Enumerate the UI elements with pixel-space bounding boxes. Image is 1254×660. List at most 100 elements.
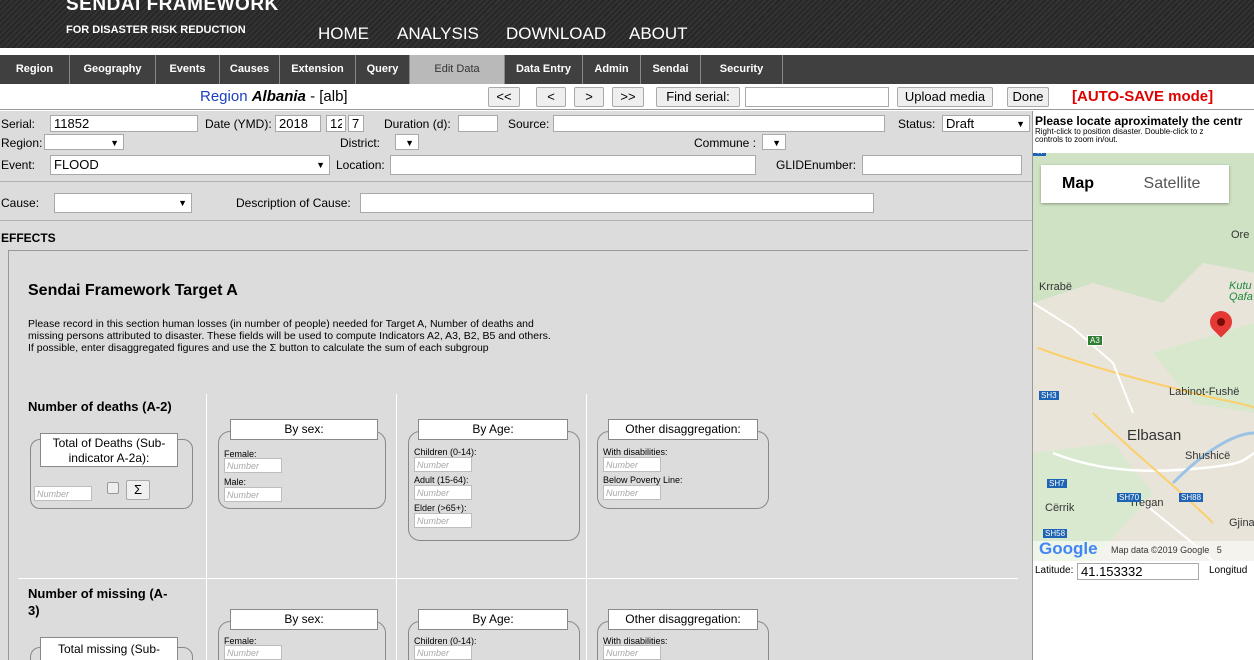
target-a-title: Sendai Framework Target A	[28, 282, 238, 299]
road-badge: SH88	[1179, 493, 1204, 502]
duration-input[interactable]	[458, 115, 498, 132]
map-type-control: Map Satellite	[1041, 165, 1229, 203]
road-badge: SH70	[1117, 493, 1142, 502]
date-label: Date (YMD):	[205, 117, 272, 131]
district-label: District:	[340, 136, 380, 150]
tab-data-entry[interactable]: Data Entry	[505, 55, 583, 84]
missing-female-input[interactable]	[224, 645, 282, 660]
brand-title[interactable]: SENDAI FRAMEWORK	[66, 0, 279, 16]
google-logo[interactable]: Google	[1039, 539, 1098, 559]
nav-download[interactable]: DOWNLOAD	[506, 24, 606, 44]
target-a-description: Please record in this section human loss…	[28, 318, 551, 354]
tab-causes[interactable]: Causes	[220, 55, 280, 84]
missing-other-title: Other disaggregation:	[608, 609, 758, 630]
cause-label: Cause:	[1, 196, 40, 210]
cause-description-label: Description of Cause:	[236, 196, 351, 210]
place-label: Gjina	[1229, 517, 1254, 529]
last-record-button[interactable]: >>	[612, 87, 644, 107]
autosave-indicator: [AUTO-SAVE mode]	[1072, 88, 1214, 105]
district-select[interactable]: ▼	[395, 134, 419, 150]
deaths-other-title: Other disaggregation:	[608, 419, 758, 440]
source-label: Source:	[508, 117, 550, 131]
serial-input[interactable]	[50, 115, 198, 132]
commune-select[interactable]: ▼	[762, 134, 786, 150]
map-panel: Please locate aproximately the centr Rig…	[1032, 111, 1254, 660]
tab-admin[interactable]: Admin	[583, 55, 641, 84]
longitude-label: Longitud	[1209, 565, 1248, 576]
date-day-input[interactable]	[348, 115, 364, 132]
deaths-adult-input[interactable]	[414, 485, 472, 500]
nav-about[interactable]: ABOUT	[629, 24, 688, 44]
date-year-input[interactable]	[275, 115, 321, 132]
event-label: Event:	[1, 158, 36, 172]
upload-media-button[interactable]: Upload media	[897, 87, 993, 107]
tab-sendai[interactable]: Sendai	[641, 55, 701, 84]
find-serial-button[interactable]: Find serial:	[656, 87, 740, 107]
deaths-total-checkbox[interactable]	[107, 482, 119, 494]
tab-bar: Region Geography Events Causes Extension…	[0, 55, 1254, 84]
place-label: Shushicë	[1185, 450, 1231, 462]
tab-events[interactable]: Events	[156, 55, 220, 84]
satellite-tab[interactable]: Satellite	[1115, 165, 1229, 203]
tab-geography[interactable]: Geography	[70, 55, 156, 84]
deaths-poverty-input[interactable]	[603, 485, 661, 500]
tab-region[interactable]: Region	[0, 55, 70, 84]
panel-divider	[206, 394, 207, 660]
poverty-label: Below Poverty Line:	[603, 475, 683, 485]
latitude-input[interactable]	[1077, 563, 1199, 580]
deaths-elder-input[interactable]	[414, 513, 472, 528]
source-input[interactable]	[553, 115, 885, 132]
glide-label: GLIDEnumber:	[776, 158, 857, 172]
location-input[interactable]	[390, 155, 756, 175]
done-button[interactable]: Done	[1007, 87, 1049, 107]
event-select[interactable]: FLOOD ▼	[50, 155, 330, 175]
chevron-down-icon: ▼	[316, 160, 325, 170]
deaths-female-input[interactable]	[224, 458, 282, 473]
region-heading: Region Albania - [alb]	[200, 88, 348, 105]
nav-home[interactable]: HOME	[318, 24, 369, 44]
first-record-button[interactable]: <<	[488, 87, 520, 107]
deaths-total-input[interactable]	[34, 486, 92, 501]
tab-edit-data[interactable]: Edit Data	[410, 55, 505, 84]
glide-input[interactable]	[862, 155, 1022, 175]
next-record-button[interactable]: >	[574, 87, 604, 107]
children-label: Children (0-14):	[414, 447, 477, 457]
place-label: Elbasan	[1127, 427, 1182, 444]
place-label: Labinot-Fushë	[1169, 386, 1240, 398]
map-tab[interactable]: Map	[1041, 165, 1115, 203]
find-serial-input[interactable]	[745, 87, 889, 107]
chevron-down-icon: ▼	[405, 138, 414, 148]
prev-record-button[interactable]: <	[536, 87, 566, 107]
road-badge: A3	[1087, 335, 1103, 346]
tab-security[interactable]: Security	[701, 55, 783, 84]
cause-select[interactable]: ▼	[54, 193, 192, 213]
deaths-by-age-title: By Age:	[418, 419, 568, 440]
region-select[interactable]: ▼	[44, 134, 124, 150]
missing-by-sex-title: By sex:	[230, 609, 378, 630]
tab-query[interactable]: Query	[356, 55, 410, 84]
adult-label: Adult (15-64):	[414, 475, 469, 485]
date-month-input[interactable]	[326, 115, 346, 132]
missing-total-title: Total missing (Sub-	[40, 637, 178, 660]
edit-form: Serial: Date (YMD): Duration (d): Source…	[0, 111, 1032, 660]
missing-children-input[interactable]	[414, 645, 472, 660]
road-badge: SH3	[1039, 391, 1059, 400]
latitude-label: Latitude:	[1035, 565, 1074, 576]
deaths-disabilities-input[interactable]	[603, 457, 661, 472]
map-canvas[interactable]: Map Satellite Ore Kutu Qafa Krrabë Labin…	[1033, 153, 1254, 561]
edit-toolbar: Region Albania - [alb] << < > >> Find se…	[0, 86, 1254, 110]
tab-extension[interactable]: Extension	[280, 55, 356, 84]
chevron-down-icon: ▼	[178, 198, 187, 208]
nav-analysis[interactable]: ANALYSIS	[397, 24, 479, 44]
region-code: - [alb]	[310, 88, 348, 105]
cause-description-input[interactable]	[360, 193, 874, 213]
disabilities-label: With disabilities:	[603, 447, 668, 457]
status-select[interactable]: Draft ▼	[942, 115, 1030, 132]
road-badge: SH58	[1043, 529, 1068, 538]
deaths-male-input[interactable]	[224, 487, 282, 502]
sigma-sum-button[interactable]: Σ	[126, 480, 150, 500]
male-label: Male:	[224, 477, 247, 487]
deaths-children-input[interactable]	[414, 457, 472, 472]
missing-disabilities-input[interactable]	[603, 645, 661, 660]
region-label: Region:	[1, 136, 43, 150]
